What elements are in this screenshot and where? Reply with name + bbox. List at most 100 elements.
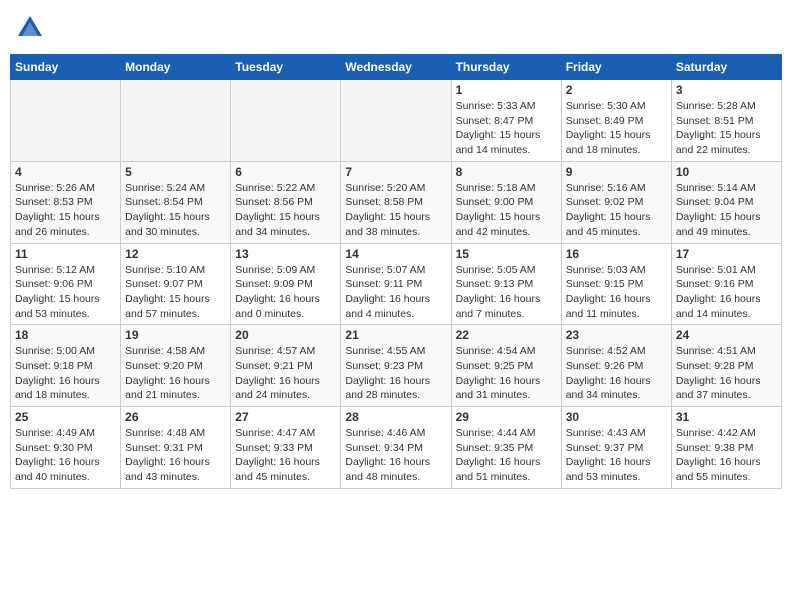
day-number: 17 — [676, 247, 777, 261]
day-info: Sunrise: 5:10 AMSunset: 9:07 PMDaylight:… — [125, 263, 226, 322]
day-info: Sunrise: 5:22 AMSunset: 8:56 PMDaylight:… — [235, 181, 336, 240]
day-number: 15 — [456, 247, 557, 261]
day-number: 7 — [345, 165, 446, 179]
day-info: Sunrise: 5:07 AMSunset: 9:11 PMDaylight:… — [345, 263, 446, 322]
page-header — [10, 10, 782, 46]
calendar-cell: 13Sunrise: 5:09 AMSunset: 9:09 PMDayligh… — [231, 243, 341, 325]
calendar-cell: 1Sunrise: 5:33 AMSunset: 8:47 PMDaylight… — [451, 80, 561, 162]
day-info: Sunrise: 5:01 AMSunset: 9:16 PMDaylight:… — [676, 263, 777, 322]
calendar-cell: 4 Sunrise: 5:26 AMSunset: 8:53 PMDaylight… — [11, 161, 121, 243]
calendar-cell: 20 Sunrise: 4:57 AMSunset: 9:21 PMDayligh… — [231, 325, 341, 407]
day-number: 24 — [676, 328, 777, 342]
day-number: 25 — [15, 410, 116, 424]
calendar-week-row: 25 Sunrise: 4:49 AMSunset: 9:30 PMDayligh… — [11, 407, 782, 489]
day-number: 23 — [566, 328, 667, 342]
calendar-cell: 24Sunrise: 4:51 AMSunset: 9:28 PMDayligh… — [671, 325, 781, 407]
calendar-cell: 3 Sunrise: 5:28 AMSunset: 8:51 PMDaylight… — [671, 80, 781, 162]
day-info: Sunrise: 4:48 AMSunset: 9:31 PMDaylight:… — [125, 426, 226, 485]
calendar-cell: 6 Sunrise: 5:22 AMSunset: 8:56 PMDaylight… — [231, 161, 341, 243]
day-number: 30 — [566, 410, 667, 424]
calendar-header-row: SundayMondayTuesdayWednesdayThursdayFrid… — [11, 55, 782, 80]
calendar-header-friday: Friday — [561, 55, 671, 80]
day-number: 4 — [15, 165, 116, 179]
calendar-table: SundayMondayTuesdayWednesdayThursdayFrid… — [10, 54, 782, 489]
day-info: Sunrise: 5:30 AMSunset: 8:49 PMDaylight:… — [566, 99, 667, 158]
day-info: Sunrise: 5:00 AMSunset: 9:18 PMDaylight:… — [15, 344, 116, 403]
calendar-cell: 28 Sunrise: 4:46 AMSunset: 9:34 PMDayligh… — [341, 407, 451, 489]
day-number: 9 — [566, 165, 667, 179]
calendar-cell: 25 Sunrise: 4:49 AMSunset: 9:30 PMDayligh… — [11, 407, 121, 489]
calendar-week-row: 11Sunrise: 5:12 AMSunset: 9:06 PMDayligh… — [11, 243, 782, 325]
calendar-cell: 27 Sunrise: 4:47 AMSunset: 9:33 PMDayligh… — [231, 407, 341, 489]
calendar-cell: 30 Sunrise: 4:43 AMSunset: 9:37 PMDayligh… — [561, 407, 671, 489]
day-info: Sunrise: 4:52 AMSunset: 9:26 PMDaylight:… — [566, 344, 667, 403]
day-info: Sunrise: 4:43 AMSunset: 9:37 PMDaylight:… — [566, 426, 667, 485]
day-number: 31 — [676, 410, 777, 424]
day-number: 16 — [566, 247, 667, 261]
day-number: 29 — [456, 410, 557, 424]
day-info: Sunrise: 4:47 AMSunset: 9:33 PMDaylight:… — [235, 426, 336, 485]
day-info: Sunrise: 5:26 AMSunset: 8:53 PMDaylight:… — [15, 181, 116, 240]
calendar-cell — [121, 80, 231, 162]
calendar-header-tuesday: Tuesday — [231, 55, 341, 80]
day-number: 26 — [125, 410, 226, 424]
day-number: 28 — [345, 410, 446, 424]
calendar-header-wednesday: Wednesday — [341, 55, 451, 80]
day-number: 3 — [676, 83, 777, 97]
day-info: Sunrise: 5:28 AMSunset: 8:51 PMDaylight:… — [676, 99, 777, 158]
calendar-cell: 12 Sunrise: 5:10 AMSunset: 9:07 PMDayligh… — [121, 243, 231, 325]
calendar-week-row: 18 Sunrise: 5:00 AMSunset: 9:18 PMDayligh… — [11, 325, 782, 407]
calendar-cell — [11, 80, 121, 162]
day-number: 14 — [345, 247, 446, 261]
calendar-week-row: 1Sunrise: 5:33 AMSunset: 8:47 PMDaylight… — [11, 80, 782, 162]
calendar-cell: 9 Sunrise: 5:16 AMSunset: 9:02 PMDaylight… — [561, 161, 671, 243]
day-number: 6 — [235, 165, 336, 179]
day-info: Sunrise: 4:49 AMSunset: 9:30 PMDaylight:… — [15, 426, 116, 485]
day-info: Sunrise: 5:09 AMSunset: 9:09 PMDaylight:… — [235, 263, 336, 322]
day-number: 27 — [235, 410, 336, 424]
day-info: Sunrise: 4:57 AMSunset: 9:21 PMDaylight:… — [235, 344, 336, 403]
day-number: 8 — [456, 165, 557, 179]
calendar-cell: 17 Sunrise: 5:01 AMSunset: 9:16 PMDayligh… — [671, 243, 781, 325]
day-number: 22 — [456, 328, 557, 342]
day-number: 1 — [456, 83, 557, 97]
day-number: 19 — [125, 328, 226, 342]
calendar-cell: 22 Sunrise: 4:54 AMSunset: 9:25 PMDayligh… — [451, 325, 561, 407]
day-number: 12 — [125, 247, 226, 261]
day-number: 18 — [15, 328, 116, 342]
calendar-cell: 15Sunrise: 5:05 AMSunset: 9:13 PMDayligh… — [451, 243, 561, 325]
calendar-header-monday: Monday — [121, 55, 231, 80]
day-number: 5 — [125, 165, 226, 179]
day-info: Sunrise: 4:58 AMSunset: 9:20 PMDaylight:… — [125, 344, 226, 403]
calendar-cell: 11Sunrise: 5:12 AMSunset: 9:06 PMDayligh… — [11, 243, 121, 325]
day-info: Sunrise: 4:46 AMSunset: 9:34 PMDaylight:… — [345, 426, 446, 485]
calendar-cell: 19 Sunrise: 4:58 AMSunset: 9:20 PMDayligh… — [121, 325, 231, 407]
day-info: Sunrise: 5:12 AMSunset: 9:06 PMDaylight:… — [15, 263, 116, 322]
calendar-cell: 8 Sunrise: 5:18 AMSunset: 9:00 PMDaylight… — [451, 161, 561, 243]
calendar-cell: 18 Sunrise: 5:00 AMSunset: 9:18 PMDayligh… — [11, 325, 121, 407]
day-info: Sunrise: 5:24 AMSunset: 8:54 PMDaylight:… — [125, 181, 226, 240]
day-info: Sunrise: 4:54 AMSunset: 9:25 PMDaylight:… — [456, 344, 557, 403]
day-info: Sunrise: 5:03 AMSunset: 9:15 PMDaylight:… — [566, 263, 667, 322]
calendar-cell: 29 Sunrise: 4:44 AMSunset: 9:35 PMDayligh… — [451, 407, 561, 489]
calendar-cell: 10 Sunrise: 5:14 AMSunset: 9:04 PMDayligh… — [671, 161, 781, 243]
day-info: Sunrise: 5:18 AMSunset: 9:00 PMDaylight:… — [456, 181, 557, 240]
calendar-header-saturday: Saturday — [671, 55, 781, 80]
day-number: 2 — [566, 83, 667, 97]
day-info: Sunrise: 5:16 AMSunset: 9:02 PMDaylight:… — [566, 181, 667, 240]
day-info: Sunrise: 5:14 AMSunset: 9:04 PMDaylight:… — [676, 181, 777, 240]
day-info: Sunrise: 4:44 AMSunset: 9:35 PMDaylight:… — [456, 426, 557, 485]
day-number: 10 — [676, 165, 777, 179]
calendar-cell: 5 Sunrise: 5:24 AMSunset: 8:54 PMDaylight… — [121, 161, 231, 243]
day-info: Sunrise: 5:20 AMSunset: 8:58 PMDaylight:… — [345, 181, 446, 240]
calendar-header-thursday: Thursday — [451, 55, 561, 80]
logo-icon — [16, 14, 44, 42]
calendar-cell: 23 Sunrise: 4:52 AMSunset: 9:26 PMDayligh… — [561, 325, 671, 407]
day-number: 20 — [235, 328, 336, 342]
calendar-header-sunday: Sunday — [11, 55, 121, 80]
day-number: 21 — [345, 328, 446, 342]
calendar-cell — [231, 80, 341, 162]
day-info: Sunrise: 4:55 AMSunset: 9:23 PMDaylight:… — [345, 344, 446, 403]
calendar-cell: 2 Sunrise: 5:30 AMSunset: 8:49 PMDaylight… — [561, 80, 671, 162]
calendar-week-row: 4 Sunrise: 5:26 AMSunset: 8:53 PMDaylight… — [11, 161, 782, 243]
